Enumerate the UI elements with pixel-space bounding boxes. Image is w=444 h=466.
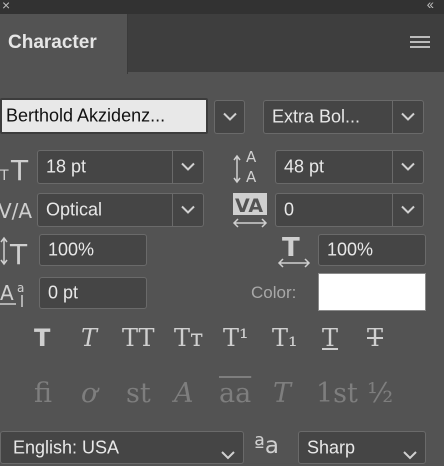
svg-text:T: T (9, 238, 28, 268)
close-panel-icon[interactable]: × (2, 0, 10, 13)
tracking-icon: VA (231, 191, 271, 231)
horizontal-scale-icon: T (276, 232, 312, 268)
faux-italic-button[interactable]: T (81, 324, 97, 352)
tab-character-label: Character (8, 32, 97, 53)
anti-aliasing-value: Sharp (307, 437, 356, 457)
superscript-button[interactable]: T¹ (223, 324, 249, 352)
font-style-value: Extra Bol... (272, 106, 361, 127)
all-caps-button[interactable]: TT (122, 324, 154, 352)
contextual-alternates-button[interactable]: ơ (81, 378, 97, 409)
baseline-shift-icon: Aa (0, 276, 36, 310)
language-select[interactable]: English: USA (0, 431, 244, 464)
ordinals-button[interactable]: 1st (316, 378, 358, 409)
leading-icon: AA (232, 146, 272, 186)
stylistic-alternates-button[interactable]: aa (219, 378, 251, 409)
collapse-panel-icon[interactable]: ‹‹ (427, 0, 434, 12)
chevron-down-icon (401, 162, 415, 171)
chevron-down-icon (403, 451, 417, 460)
font-size-icon: TT (0, 150, 34, 187)
font-family-dropdown-button[interactable] (214, 100, 245, 134)
kerning-icon: V/A (0, 194, 34, 228)
panel-menu-icon[interactable] (410, 36, 430, 49)
tab-character[interactable]: Character (0, 14, 128, 74)
panel-top-bar: × ‹‹ (0, 0, 444, 14)
svg-text:T: T (282, 233, 300, 263)
chevron-down-icon (223, 112, 237, 121)
font-size-field[interactable]: 18 pt (37, 150, 204, 184)
titling-alternates-button[interactable]: T (273, 378, 291, 409)
faux-bold-button[interactable]: T (34, 324, 50, 352)
svg-text:A: A (246, 148, 257, 166)
svg-text:T: T (0, 168, 9, 184)
tracking-value: 0 (284, 199, 295, 220)
svg-text:A: A (246, 168, 257, 186)
subscript-button[interactable]: T₁ (272, 324, 298, 352)
chevron-down-icon (181, 162, 195, 171)
standard-ligatures-button[interactable]: ﬁ (34, 378, 52, 409)
discretionary-ligatures-button[interactable]: st (126, 378, 151, 409)
fractions-button[interactable]: ½ (367, 378, 393, 409)
svg-text:VA: VA (235, 195, 263, 217)
leading-value: 48 pt (284, 156, 325, 177)
kerning-select[interactable]: Optical (37, 193, 204, 227)
tracking-field[interactable]: 0 (275, 193, 424, 227)
vertical-scale-icon: T (0, 234, 34, 271)
chevron-down-icon (181, 205, 195, 214)
baseline-shift-value: 0 pt (48, 282, 79, 303)
horizontal-scale-value: 100% (327, 239, 374, 260)
language-value: English: USA (13, 437, 120, 457)
color-swatch[interactable] (318, 273, 426, 311)
anti-aliasing-select[interactable]: Sharp (298, 431, 426, 464)
anti-aliasing-icon: ªa (254, 433, 279, 459)
baseline-shift-field[interactable]: 0 pt (39, 277, 147, 309)
leading-field[interactable]: 48 pt (275, 150, 424, 184)
svg-text:T: T (10, 154, 29, 184)
swash-button[interactable]: A (174, 378, 194, 409)
svg-text:A: A (0, 281, 14, 305)
chevron-down-icon (221, 451, 235, 460)
small-caps-button[interactable]: Tт (174, 324, 203, 352)
chevron-down-icon (401, 205, 415, 214)
color-label: Color: (251, 283, 297, 302)
font-style-select[interactable]: Extra Bol... (263, 100, 424, 134)
vertical-scale-field[interactable]: 100% (39, 234, 147, 266)
chevron-down-icon (401, 112, 415, 121)
font-family-value: Berthold Akzidenz... (6, 105, 166, 126)
svg-text:a: a (17, 281, 24, 295)
vertical-scale-value: 100% (48, 239, 95, 260)
svg-text:V/A: V/A (0, 199, 32, 223)
horizontal-scale-field[interactable]: 100% (318, 234, 426, 266)
underline-button[interactable]: T (322, 324, 338, 352)
font-size-value: 18 pt (46, 156, 87, 177)
strikethrough-button[interactable]: T (367, 324, 383, 352)
kerning-value: Optical (46, 199, 103, 220)
font-family-field[interactable]: Berthold Akzidenz... (0, 98, 208, 134)
